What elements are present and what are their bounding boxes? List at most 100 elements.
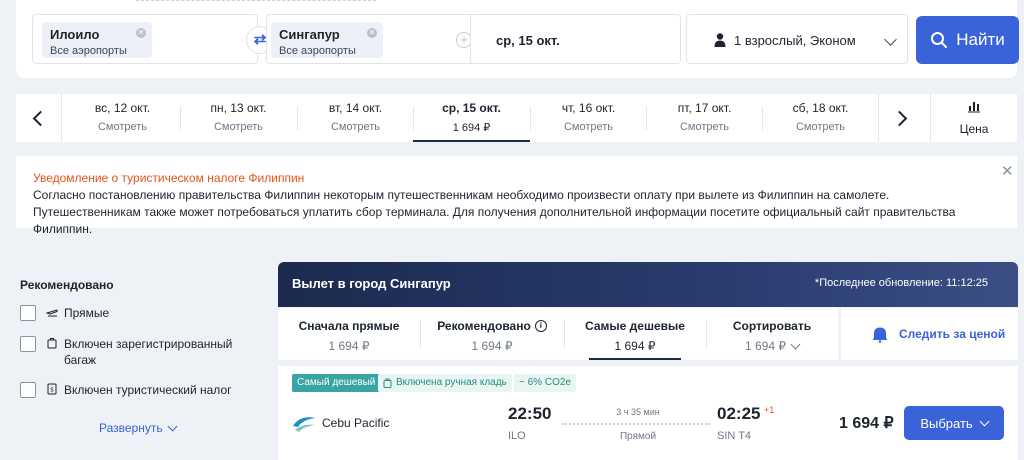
checkbox[interactable] [20, 305, 36, 321]
date-tab-day: сб, 18 окт. [792, 101, 849, 115]
search-panel: Илоило Все аэропорты ✕ ⇄ Сингапур Все аэ… [16, 0, 1019, 78]
track-price-button[interactable]: Следить за ценой [841, 308, 1018, 360]
chevron-right-icon [891, 110, 908, 126]
departure-airport: ILO [508, 430, 526, 442]
filter-direct[interactable]: Прямые [20, 305, 109, 321]
route-line [562, 423, 710, 425]
receipt-icon: $ [47, 383, 57, 395]
info-icon[interactable]: i [534, 320, 547, 332]
origin-field[interactable]: Илоило Все аэропорты ✕ [32, 14, 258, 64]
date-tab-day: вт, 14 окт. [328, 101, 383, 115]
checkbox[interactable] [20, 336, 36, 352]
notice-title: Уведомление о туристическом налоге Филип… [33, 171, 305, 185]
date-tab-selected[interactable]: ср, 15 окт. 1 694 ₽ [413, 94, 530, 142]
destination-chip[interactable]: Сингапур Все аэропорты ✕ [271, 22, 383, 58]
flight-duration: 3 ч 35 мин [616, 407, 660, 417]
top-divider [136, 0, 376, 3]
chevron-down-icon [790, 339, 801, 349]
carry-on-icon [383, 378, 392, 388]
bell-icon [873, 327, 887, 343]
destination-airports: Все аэропорты [279, 45, 356, 57]
chevron-down-icon [979, 416, 990, 426]
filter-label: Включен туристический налог [64, 383, 232, 397]
date-tab-sub: Смотреть [213, 121, 264, 133]
next-dates-button[interactable] [878, 94, 924, 142]
airline-logo-icon [293, 417, 315, 432]
sort-label: Сначала прямые [298, 319, 400, 333]
select-button-label: Выбрать [920, 415, 973, 431]
sort-label: Самые дешевые [585, 319, 685, 333]
search-button[interactable]: Найти [916, 16, 1019, 64]
price-chart-tab[interactable]: Цена [930, 94, 1017, 142]
prev-dates-button[interactable] [16, 94, 62, 142]
date-tab[interactable]: вт, 14 окт. Смотреть [297, 94, 414, 142]
date-tab-sub: Смотреть [563, 121, 614, 133]
sort-label: Сортировать [732, 319, 812, 333]
sort-price: 1 694 ₽ [745, 339, 786, 353]
notice-body: Согласно постановлению правительства Фил… [33, 188, 956, 236]
sort-recommended[interactable]: Рекомендовано i 1 694 ₽ [420, 308, 564, 360]
checkbox[interactable] [20, 382, 36, 398]
date-tab-price: 1 694 ₽ [452, 122, 491, 134]
date-tab-day: чт, 16 окт. [561, 101, 616, 115]
track-price-label: Следить за ценой [899, 327, 1006, 341]
filter-tourist-tax[interactable]: $ Включен туристический налог [20, 382, 232, 398]
arrival-airport: SIN T4 [717, 430, 752, 442]
close-icon[interactable]: ✕ [1001, 162, 1014, 180]
date-tab-sub: Смотреть [97, 121, 148, 133]
filters-title: Рекомендовано [20, 278, 114, 292]
filter-label: Прямые [64, 306, 110, 320]
select-flight-button[interactable]: Выбрать [904, 406, 1004, 440]
search-icon [931, 32, 948, 48]
baggage-badge-label: Включена ручная кладь [396, 377, 507, 388]
sort-price: 1 694 ₽ [328, 339, 370, 353]
results-title: Вылет в город Сингапур [292, 276, 451, 291]
date-tab[interactable]: пн, 13 окт. Смотреть [180, 94, 297, 142]
sort-panel: Сначала прямые 1 694 ₽ Рекомендовано i 1… [278, 308, 838, 360]
sort-price: 1 694 ₽ [614, 339, 656, 353]
date-tab[interactable]: сб, 18 окт. Смотреть [762, 94, 879, 142]
date-tab[interactable]: вс, 12 окт. Смотреть [64, 94, 181, 142]
filter-label: Включен зарегистрированный багаж [64, 337, 233, 367]
origin-clear-icon[interactable]: ✕ [136, 28, 146, 38]
last-update: *Последнее обновление: 11:12:25 [814, 277, 988, 289]
expand-filters-link[interactable]: Развернуть [99, 421, 178, 435]
plane-icon [46, 309, 58, 317]
flight-card[interactable]: Самый дешевый Включена ручная кладь − 6%… [278, 366, 1018, 460]
date-tab-sub: Смотреть [679, 121, 730, 133]
sort-cheapest[interactable]: Самые дешевые 1 694 ₽ [564, 308, 706, 360]
sort-label: Рекомендовано [437, 319, 531, 333]
tax-notice: Уведомление о туристическом налоге Филип… [16, 156, 1017, 236]
date-tab-sub: Смотреть [795, 121, 846, 133]
date-tab-sub: Смотреть [330, 121, 381, 133]
baggage-icon [47, 338, 57, 349]
departure-time: 22:50 [508, 404, 552, 423]
date-tab[interactable]: чт, 16 окт. Смотреть [530, 94, 647, 142]
svg-text:$: $ [50, 387, 54, 394]
passengers-value: 1 взрослый, Эконом [734, 33, 856, 48]
price-chart-label: Цена [959, 122, 989, 136]
filter-checked-baggage[interactable]: Включен зарегистрированный багаж [20, 336, 244, 368]
date-tab-day: вс, 12 окт. [94, 101, 151, 115]
destination-field[interactable]: Сингапур Все аэропорты ✕ [266, 14, 479, 64]
cheapest-badge: Самый дешевый [292, 374, 381, 392]
origin-airports: Все аэропорты [50, 45, 127, 57]
bar-chart-icon [968, 102, 980, 113]
search-button-label: Найти [956, 30, 1005, 49]
destination-clear-icon[interactable]: ✕ [367, 28, 377, 38]
date-tab-day: пн, 13 окт. [210, 101, 267, 115]
date-tab[interactable]: пт, 17 окт. Смотреть [646, 94, 763, 142]
date-tab-day: пт, 17 окт. [677, 101, 732, 115]
sort-dropdown[interactable]: Сортировать 1 694 ₽ [706, 308, 838, 360]
sort-price: 1 694 ₽ [471, 339, 513, 353]
person-icon [714, 33, 726, 47]
results-header: Вылет в город Сингапур *Последнее обновл… [278, 262, 1018, 307]
expand-label: Развернуть [99, 421, 163, 435]
arrival-time: 02:25 [717, 404, 761, 423]
route-type: Прямой [619, 431, 657, 442]
destination-city: Сингапур [279, 27, 340, 42]
sort-direct-first[interactable]: Сначала прямые 1 694 ₽ [278, 308, 420, 360]
origin-chip[interactable]: Илоило Все аэропорты ✕ [42, 22, 152, 58]
chevron-down-icon [167, 421, 178, 431]
origin-city: Илоило [50, 27, 100, 42]
